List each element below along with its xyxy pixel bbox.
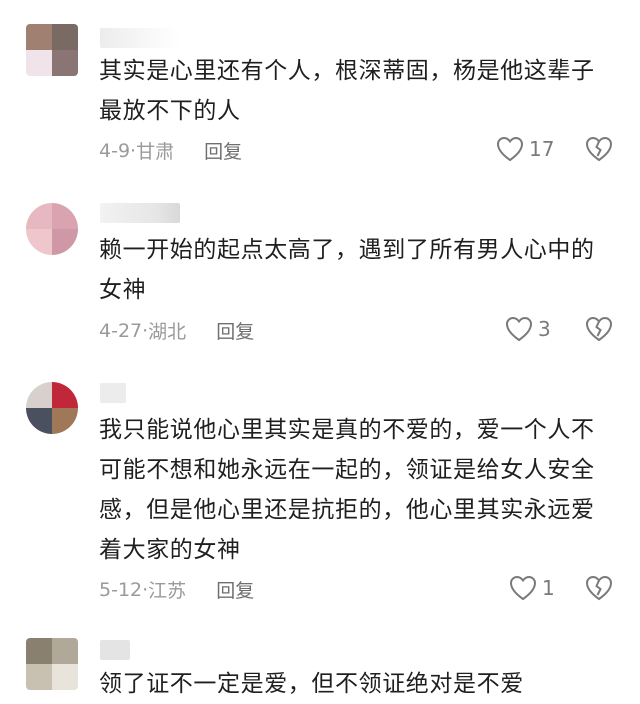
avatar[interactable] [26, 24, 78, 76]
username-blurred[interactable] [100, 640, 130, 660]
like-button[interactable]: 3 [505, 316, 551, 342]
avatar[interactable] [26, 638, 78, 690]
comment-meta: 5-12 · 江苏 回复 [99, 576, 254, 603]
comment-location: 甘肃 [136, 141, 175, 163]
comment-location: 江苏 [148, 580, 187, 602]
username-blurred[interactable] [100, 28, 180, 48]
broken-heart-icon [585, 136, 613, 162]
comment-date: 4-27 [99, 319, 143, 342]
like-button[interactable]: 17 [496, 136, 554, 162]
comment-meta: 4-27 · 湖北 回复 [99, 317, 254, 344]
reply-button[interactable]: 回复 [216, 576, 254, 603]
comment-text: 领了证不一定是爱，但不领证绝对是不爱 [99, 671, 524, 697]
heart-icon [505, 316, 533, 342]
broken-heart-icon [585, 575, 613, 601]
username-blurred[interactable] [100, 383, 126, 403]
username-blurred[interactable] [100, 203, 180, 223]
dislike-button[interactable] [585, 575, 613, 601]
avatar[interactable] [26, 382, 78, 434]
avatar[interactable] [26, 203, 78, 255]
reply-button[interactable]: 回复 [216, 317, 254, 344]
dislike-button[interactable] [585, 136, 613, 162]
comment-text: 其实是心里还有个人，根深蒂固，杨是他这辈子最放不下的人 [99, 58, 595, 124]
heart-icon [496, 136, 524, 162]
comment-text: 我只能说他心里其实是真的不爱的，爱一个人不可能不想和她永远在一起的，领证是给女人… [99, 417, 595, 563]
like-count: 1 [542, 576, 555, 600]
like-button[interactable]: 1 [509, 575, 555, 601]
heart-icon [509, 575, 537, 601]
reply-button[interactable]: 回复 [204, 137, 242, 164]
broken-heart-icon [585, 316, 613, 342]
comment-date: 5-12 [99, 578, 143, 601]
dislike-button[interactable] [585, 316, 613, 342]
like-count: 3 [538, 317, 551, 341]
like-count: 17 [529, 137, 555, 161]
comment-meta: 4-9 · 甘肃 回复 [99, 137, 242, 164]
comment-date: 4-9 [99, 139, 131, 162]
comment-text: 赖一开始的起点太高了，遇到了所有男人心中的女神 [99, 237, 595, 303]
comment-location: 湖北 [148, 321, 187, 343]
